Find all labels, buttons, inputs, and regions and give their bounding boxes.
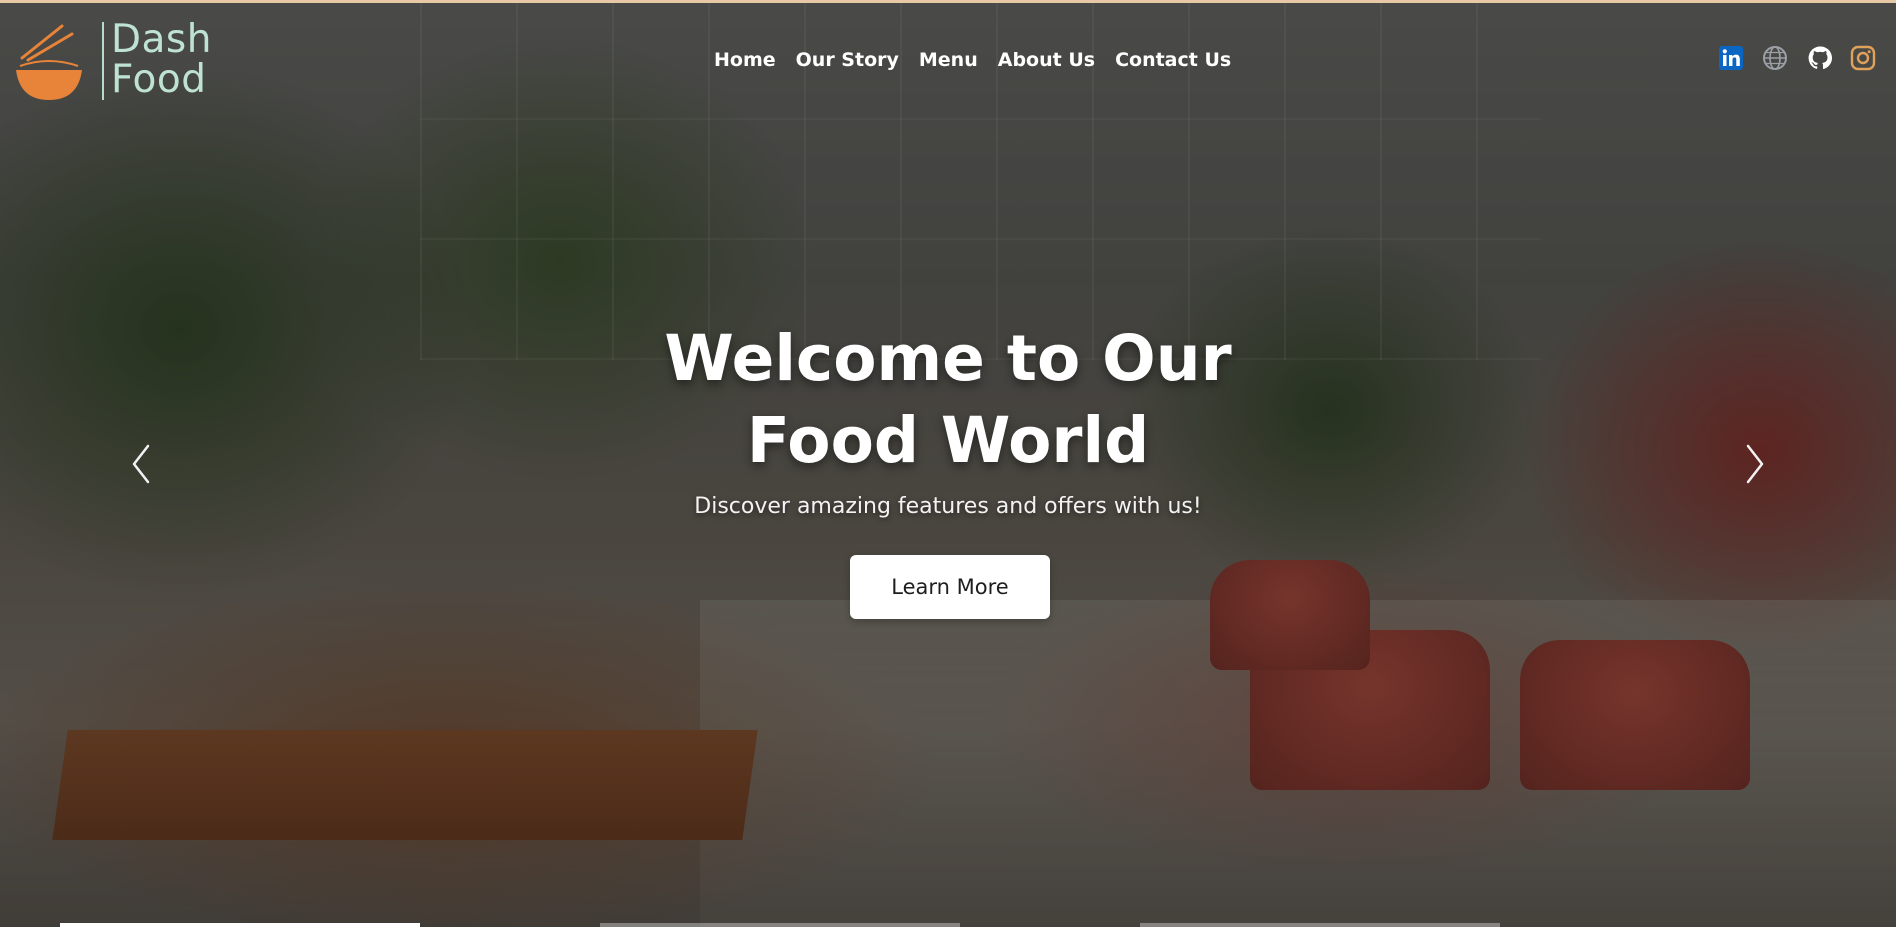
globe-icon (1763, 46, 1787, 70)
main-nav: Home Our Story Menu About Us Contact Us (714, 46, 1251, 74)
hero-subtitle: Discover amazing features and offers wit… (694, 494, 1202, 519)
github-icon (1808, 46, 1832, 70)
carousel-next-button[interactable] (1734, 440, 1774, 488)
carousel-indicator-1[interactable] (60, 923, 420, 927)
noodle-bowl-icon (16, 24, 82, 100)
chevron-right-icon (1746, 444, 1764, 484)
instagram-icon (1850, 45, 1876, 71)
hero-headline: Welcome to Our Food World (598, 318, 1298, 482)
linkedin-icon (1719, 46, 1743, 70)
hero-headline-line1: Welcome to Our (664, 322, 1232, 395)
logo-text-food: Food (111, 57, 207, 102)
chevron-left-icon (132, 444, 150, 484)
hero-carousel: Dash Food Home Our Story Menu About Us C… (0, 0, 1896, 927)
website-link[interactable] (1762, 45, 1788, 73)
site-logo[interactable]: Dash Food (14, 18, 211, 102)
instagram-link[interactable] (1850, 45, 1876, 73)
nav-home[interactable]: Home (714, 46, 776, 74)
carousel-prev-button[interactable] (122, 440, 162, 488)
github-link[interactable] (1807, 45, 1833, 73)
linkedin-link[interactable] (1718, 45, 1744, 73)
logo-divider (102, 22, 104, 100)
carousel-indicator-3[interactable] (1140, 923, 1500, 927)
nav-menu[interactable]: Menu (919, 46, 978, 74)
nav-contact-us[interactable]: Contact Us (1115, 46, 1231, 74)
hero-headline-line2: Food World (746, 404, 1150, 477)
carousel-indicator-2[interactable] (600, 923, 960, 927)
top-border (0, 0, 1896, 3)
carousel-indicators (0, 922, 1896, 927)
nav-about-us[interactable]: About Us (998, 46, 1095, 74)
learn-more-button[interactable]: Learn More (850, 555, 1050, 619)
logo-text-dash: Dash (111, 17, 212, 62)
nav-our-story[interactable]: Our Story (796, 46, 899, 74)
